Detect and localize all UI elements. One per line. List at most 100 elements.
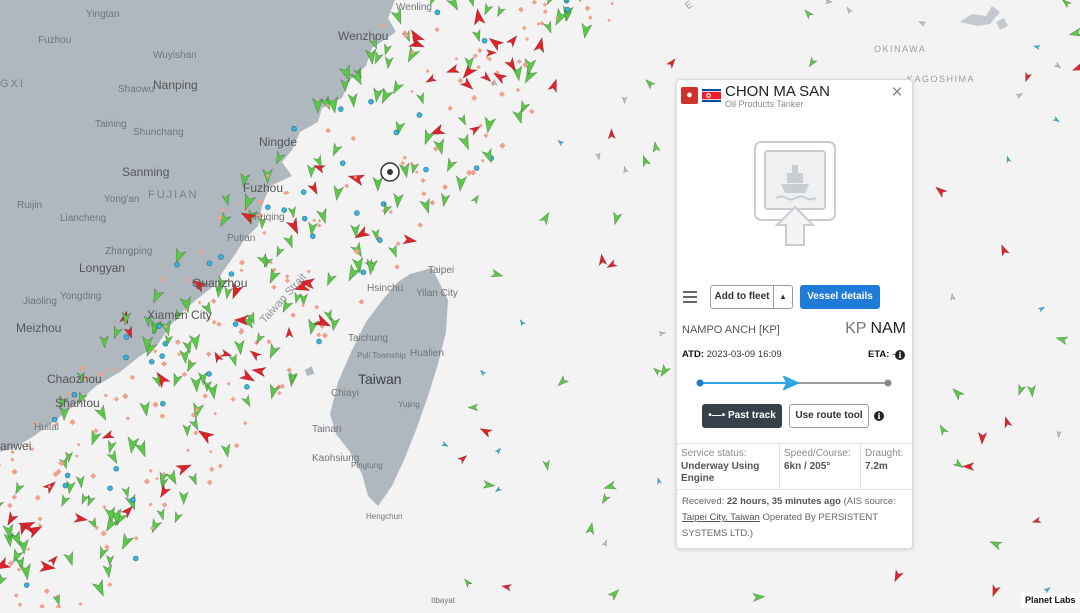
ais-source-link[interactable]: Taipei City, Taiwan [682,512,760,523]
map-label-ruijin: Ruijin [17,200,43,211]
vessel-header: ● CHON MA SAN Oil Products Tanker × [677,80,912,112]
passenger-ship-icon[interactable] [291,125,297,132]
received-time: 22 hours, 35 minutes ago [726,496,841,507]
map-label-yongding: Yongding [60,291,102,302]
map-label-huilai: Huilai [34,422,60,433]
received-info: Received: 22 hours, 35 minutes ago (AIS … [682,494,904,542]
atd-label: ATD: [682,349,704,360]
route-tool-info-icon[interactable]: i [874,411,884,421]
passenger-ship-icon[interactable] [393,129,400,136]
passenger-ship-icon[interactable] [244,384,250,390]
passenger-ship-icon[interactable] [123,354,129,361]
map-label-hualien: Hualien [410,348,444,359]
passenger-ship-icon[interactable] [160,400,166,407]
hamburger-menu-icon[interactable] [683,291,697,303]
close-icon[interactable]: × [888,83,906,102]
eta-info-icon[interactable]: i [895,350,905,360]
vessel-map[interactable]: Yingtan Wenling Wenzhou Fuzhou Wuyishan … [0,0,1080,610]
map-label-shantou: Shantou [55,396,100,410]
passenger-ship-icon[interactable] [218,254,224,260]
map-label-yujing: Yujing [398,400,420,409]
map-label-putian: Putian [227,233,256,244]
departure-dot [696,379,704,387]
map-label-chaozhou: Chaozhou [47,372,102,386]
map-label-meizhou: Meizhou [16,321,62,335]
passenger-ship-icon[interactable] [159,353,166,359]
passenger-ship-icon[interactable] [62,482,69,489]
service-status-cell: Service status: Underway Using Engine [677,444,780,489]
past-track-button[interactable]: •—• Past track [702,404,782,428]
draught-value: 7.2m [865,461,888,472]
passenger-ship-icon[interactable] [113,465,120,472]
passenger-ship-icon[interactable] [316,338,322,345]
passenger-ship-icon[interactable] [23,582,30,588]
passenger-ship-icon[interactable] [123,334,130,340]
map-label-okinawa: OKINAWA [874,44,927,54]
departure-port: NAMPO ANCH [KP] [682,324,780,336]
passenger-ship-icon[interactable] [481,37,488,44]
special-markers-layer [380,162,400,182]
map-label-wenzhou: Wenzhou [338,29,389,43]
map-label-taining: Taining [95,119,127,130]
passenger-ship-icon[interactable] [309,233,316,240]
eta-label: ETA: [868,349,890,360]
map-label-fuqing: Fuqing [254,212,285,223]
fleet-dropdown-caret-icon[interactable]: ▲ [773,285,793,309]
map-label-jiaoling: Jiaoling [23,296,57,307]
destination-country-code: KP [845,320,867,337]
add-to-fleet-button[interactable]: Add to fleet [710,285,774,309]
map-label-tainan: Tainan [312,424,342,435]
oil-drop-icon: ● [681,87,698,104]
voyage-progress-track [696,376,892,390]
atd-value: 2023-03-09 16:09 [706,349,782,360]
passenger-ship-icon[interactable] [130,497,136,503]
selected-vessel-dot [387,169,393,175]
map-label-chiayi: Chiayi [331,388,359,399]
map-label-ibayat: Itbayat [431,596,456,605]
passenger-ship-icon[interactable] [64,472,71,479]
passenger-ship-icon[interactable] [416,112,423,118]
passenger-ship-icon[interactable] [377,237,383,244]
passenger-ship-icon[interactable] [265,204,271,211]
past-track-label: Past track [727,410,776,421]
passenger-ship-icon[interactable] [107,485,113,492]
vessel-stats: Service status: Underway Using Engine Sp… [677,443,912,490]
map-label-taiwan: Taiwan [358,371,402,387]
vessel-photo-placeholder-icon [754,141,836,246]
passenger-ship-icon[interactable] [368,98,374,105]
map-label-ningde: Ningde [259,135,298,149]
eta-row: ETA: - [868,349,895,360]
map-label-wenling: Wenling [396,2,432,13]
map-label-shaowu: Shaowu [118,84,155,95]
vessel-details-button[interactable]: Vessel details [800,285,880,309]
passenger-ship-icon[interactable] [360,269,367,276]
use-route-tool-button[interactable]: Use route tool [789,404,869,428]
vessel-info-panel: ● CHON MA SAN Oil Products Tanker × Add … [676,79,913,549]
speed-course-value: 6kn / 205° [784,461,831,472]
passenger-ship-icon[interactable] [564,6,571,13]
map-label-liancheng: Liancheng [60,213,107,224]
passenger-ship-icon[interactable] [132,555,139,562]
passenger-ship-icon[interactable] [339,160,346,167]
passenger-ship-icon[interactable] [354,210,360,216]
passenger-ship-icon[interactable] [423,166,429,173]
passenger-ship-icon[interactable] [232,321,239,328]
passenger-ship-icon[interactable] [206,370,212,377]
map-label-yingtan: Yingtan [86,9,120,20]
map-label-pingtung: Pingtung [351,461,383,470]
passenger-ship-icon[interactable] [300,189,307,195]
map-label-shunchang: Shunchang [133,127,184,138]
map-label-yilan: Yilan City [416,288,458,299]
passenger-ship-icon[interactable] [174,261,180,268]
ais-source-label: (AIS source: [843,496,896,507]
passenger-ship-icon[interactable] [337,106,344,112]
passenger-ship-icon[interactable] [156,323,163,329]
passenger-ship-icon[interactable] [206,260,213,267]
passenger-ship-icon[interactable] [301,215,308,222]
speed-course-cell: Speed/Course: 6kn / 205° [780,444,861,489]
map-label-longyan: Longyan [79,261,126,275]
passenger-ship-icon[interactable] [434,9,441,16]
passenger-ship-icon[interactable] [473,165,480,171]
map-label-hengchun: Hengchun [366,512,403,521]
passenger-ship-icon[interactable] [148,358,155,365]
